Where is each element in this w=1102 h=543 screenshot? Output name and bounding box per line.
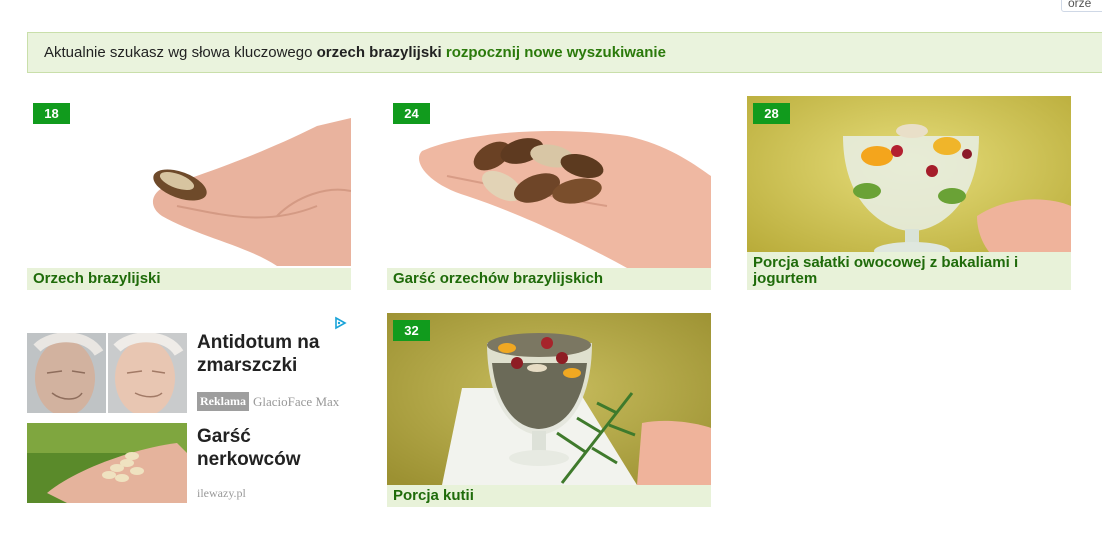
hand-holding-brazil-nuts-image[interactable] bbox=[387, 96, 711, 268]
count-badge: 18 bbox=[33, 103, 70, 124]
card-caption[interactable]: Porcja kutii bbox=[387, 485, 711, 507]
ad-label: Reklama bbox=[197, 392, 249, 411]
card-caption[interactable]: Orzech brazylijski bbox=[27, 268, 351, 290]
result-card[interactable]: 24 Garść orzechów brazylijskich bbox=[387, 96, 711, 290]
ad-sponsor[interactable]: GlacioFace Max bbox=[253, 394, 339, 410]
new-search-link[interactable]: rozpocznij nowe wyszukiwanie bbox=[446, 44, 666, 61]
search-input-partial[interactable]: orze bbox=[1061, 0, 1102, 12]
fruit-salad-glass-image[interactable] bbox=[747, 96, 1071, 268]
ad-title-1[interactable]: Antidotum na zmarszczki bbox=[197, 331, 347, 377]
ad-cashews-image[interactable] bbox=[27, 423, 187, 503]
ad-title-2[interactable]: Garść nerkowców bbox=[197, 425, 347, 471]
count-badge: 28 bbox=[753, 103, 790, 124]
search-keyword: orzech brazylijski bbox=[316, 44, 442, 61]
adchoices-icon[interactable] bbox=[333, 316, 347, 330]
result-card[interactable]: 28 Porcja sałatki owocowej z bakaliami i… bbox=[747, 96, 1071, 290]
search-info-bar: Aktualnie szukasz wg słowa kluczowego or… bbox=[27, 32, 1102, 73]
ad-site[interactable]: ilewazy.pl bbox=[197, 486, 246, 501]
card-caption[interactable]: Garść orzechów brazylijskich bbox=[387, 268, 711, 290]
ad-faces-image[interactable] bbox=[27, 333, 187, 413]
count-badge: 24 bbox=[393, 103, 430, 124]
count-badge: 32 bbox=[393, 320, 430, 341]
card-caption[interactable]: Porcja sałatki owocowej z bakaliami i jo… bbox=[747, 252, 1071, 290]
result-card[interactable]: 18 Orzech brazylijski bbox=[27, 96, 351, 290]
result-card[interactable]: 32 Porcja kutii bbox=[387, 313, 711, 507]
hand-holding-brazil-nut-image[interactable] bbox=[27, 96, 351, 268]
search-prefix: Aktualnie szukasz wg słowa kluczowego bbox=[44, 44, 313, 61]
ad-block[interactable]: Antidotum na zmarszczki Reklama GlacioFa… bbox=[27, 313, 353, 505]
kutia-glass-image[interactable] bbox=[387, 313, 711, 485]
